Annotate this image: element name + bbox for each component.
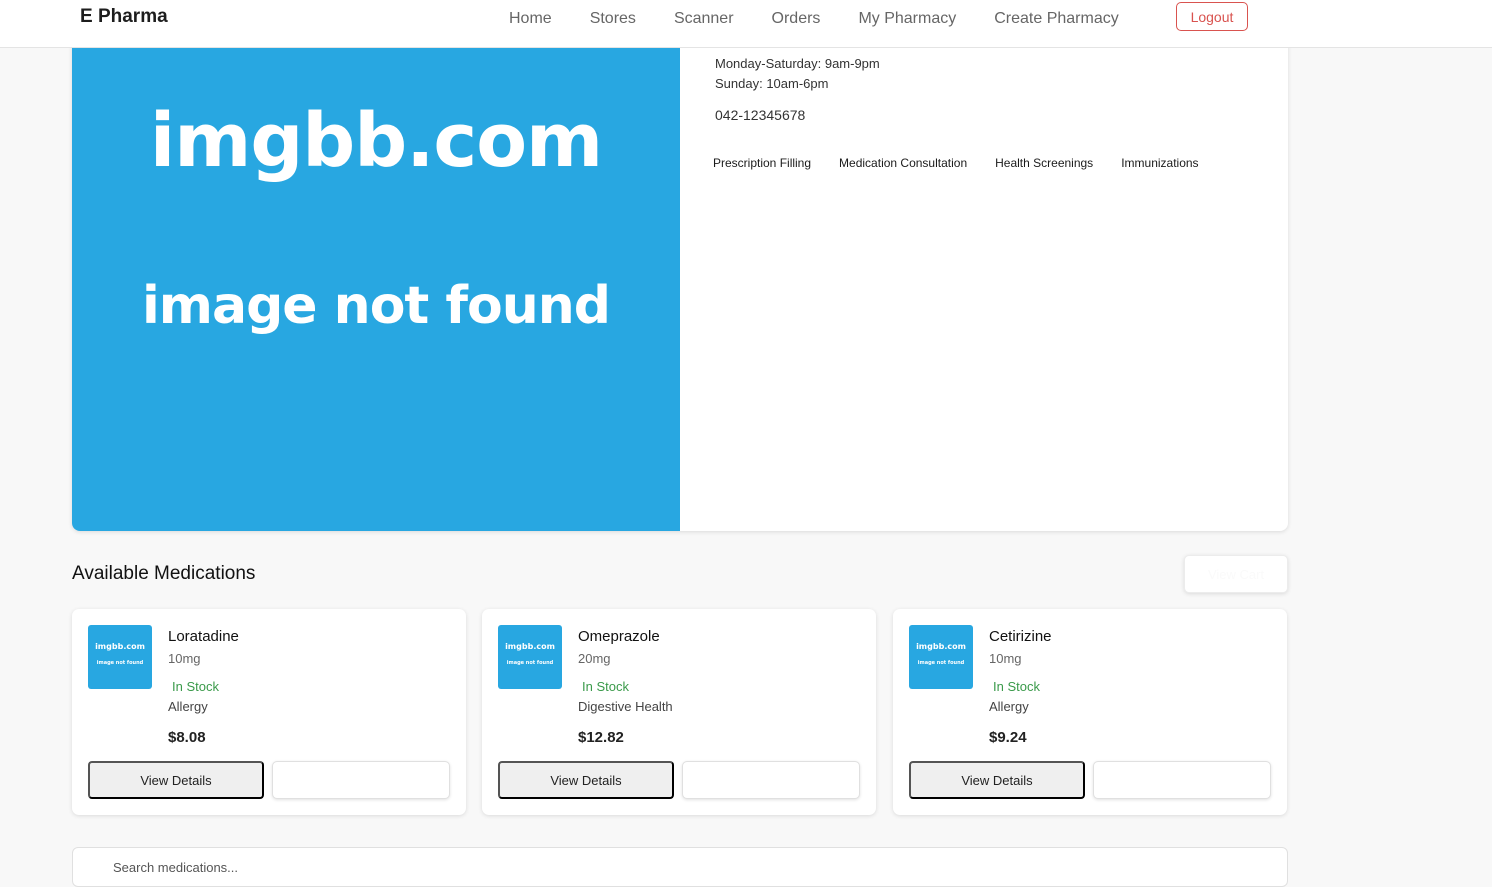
nav-link-create-pharmacy[interactable]: Create Pharmacy (975, 9, 1138, 29)
medication-card: imgbb.com image not found Omeprazole 20m… (482, 609, 876, 815)
stock-status: In Stock (172, 679, 219, 694)
medication-dose: 10mg (168, 651, 201, 666)
medication-category: Digestive Health (578, 699, 673, 714)
medication-dose: 20mg (578, 651, 611, 666)
stock-status: In Stock (582, 679, 629, 694)
medication-name: Loratadine (168, 628, 239, 645)
add-to-cart-button[interactable] (1093, 761, 1271, 799)
medication-category: Allergy (168, 699, 208, 714)
section-title: Available Medications (72, 563, 256, 584)
medication-price: $12.82 (578, 729, 624, 746)
hours-sunday: Sunday: 10am-6pm (715, 76, 829, 91)
nav-link-scanner[interactable]: Scanner (655, 9, 753, 29)
thumbnail-placeholder-text: imgbb.com (916, 642, 966, 651)
thumbnail-placeholder-subtext: image not found (96, 660, 144, 666)
brand-logo[interactable]: E Pharma (80, 6, 168, 28)
store-hours: Monday-Saturday: 9am-9pm Sunday: 10am-6p… (715, 54, 880, 94)
thumbnail-placeholder-text: imgbb.com (505, 642, 555, 651)
nav-link-stores[interactable]: Stores (571, 9, 655, 29)
thumbnail-placeholder-subtext: image not found (917, 660, 965, 666)
add-to-cart-button[interactable] (272, 761, 450, 799)
nav-links: Home Stores Scanner Orders My Pharmacy C… (490, 9, 1138, 29)
medication-price: $8.08 (168, 729, 206, 746)
view-details-button[interactable]: View Details (498, 761, 674, 799)
service-tag: Immunizations (1121, 156, 1199, 170)
medication-thumbnail: imgbb.com image not found (909, 625, 973, 689)
view-details-button[interactable]: View Details (88, 761, 264, 799)
medication-thumbnail: imgbb.com image not found (498, 625, 562, 689)
store-card: imgbb.com image not found Monday-Saturda… (72, 36, 1288, 531)
store-services: Prescription Filling Medication Consulta… (713, 156, 1227, 170)
logout-button[interactable]: Logout (1176, 2, 1248, 31)
medication-card: imgbb.com image not found Loratadine 10m… (72, 609, 466, 815)
add-to-cart-button[interactable] (682, 761, 860, 799)
service-tag: Prescription Filling (713, 156, 812, 170)
search-input[interactable] (72, 847, 1288, 887)
medication-name: Cetirizine (989, 628, 1052, 645)
nav-link-my-pharmacy[interactable]: My Pharmacy (839, 9, 975, 29)
stock-status: In Stock (993, 679, 1040, 694)
service-tag: Medication Consultation (839, 156, 968, 170)
view-details-button[interactable]: View Details (909, 761, 1085, 799)
hours-weekday: Monday-Saturday: 9am-9pm (715, 56, 880, 71)
image-placeholder-text: imgbb.com (149, 98, 603, 184)
medication-category: Allergy (989, 699, 1029, 714)
nav-link-home[interactable]: Home (490, 9, 571, 29)
store-image: imgbb.com image not found (72, 36, 680, 531)
medication-card: imgbb.com image not found Cetirizine 10m… (893, 609, 1287, 815)
medication-price: $9.24 (989, 729, 1027, 746)
image-placeholder-subtext: image not found (141, 276, 611, 336)
service-tag: Health Screenings (995, 156, 1094, 170)
medication-thumbnail: imgbb.com image not found (88, 625, 152, 689)
nav-link-orders[interactable]: Orders (753, 9, 840, 29)
view-cart-button[interactable]: View Cart (1184, 555, 1288, 593)
thumbnail-placeholder-subtext: image not found (506, 660, 554, 666)
thumbnail-placeholder-text: imgbb.com (95, 642, 145, 651)
medication-name: Omeprazole (578, 628, 660, 645)
navbar: E Pharma Home Stores Scanner Orders My P… (0, 0, 1492, 48)
medication-dose: 10mg (989, 651, 1022, 666)
store-phone: 042-12345678 (715, 107, 806, 123)
